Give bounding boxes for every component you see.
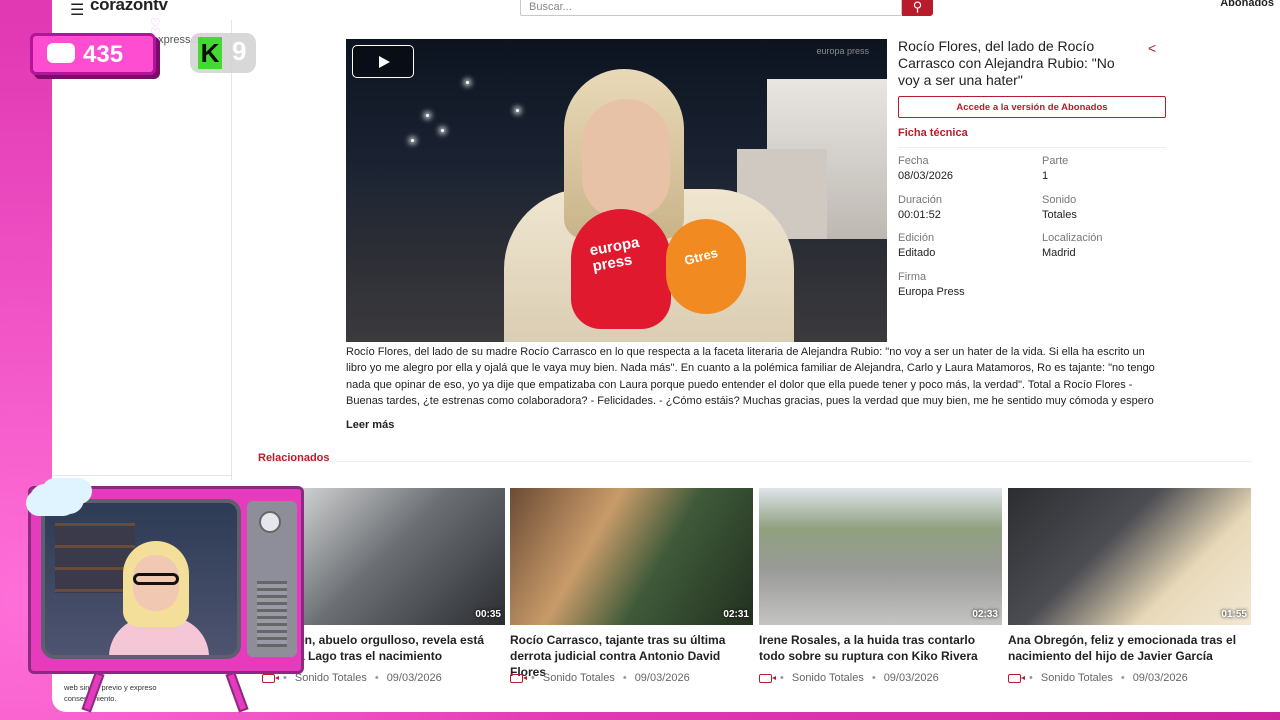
video-camera-icon xyxy=(759,673,776,683)
duration-badge: 00:35 xyxy=(475,609,501,620)
related-card[interactable]: 02:31 Rocío Carrasco, tajante tras su úl… xyxy=(510,488,753,684)
related-divider xyxy=(258,461,1252,462)
sidebar-divider xyxy=(52,475,232,476)
related-thumbnail[interactable]: 02:31 xyxy=(510,488,753,625)
europa-press-microphone: europa press xyxy=(571,209,671,329)
related-title[interactable]: Rocío Carrasco, tajante tras su última d… xyxy=(510,632,753,679)
video-camera-icon xyxy=(1008,673,1025,683)
tv-speaker-grill xyxy=(257,581,287,647)
read-more-link[interactable]: Leer más xyxy=(346,419,394,431)
video-info: Rocío Flores, del lado de Rocío Carrasco… xyxy=(898,38,1166,309)
chat-counter-widget: 435 xyxy=(30,33,156,75)
play-button[interactable] xyxy=(352,45,414,78)
duration-badge: 01:55 xyxy=(1221,609,1247,620)
street-light xyxy=(466,81,469,84)
kick-count: 9 xyxy=(232,36,247,66)
site-logo[interactable]: corazontv xyxy=(90,0,168,15)
chat-bubble-icon xyxy=(47,43,75,63)
field-localizacion: Localización Madrid xyxy=(1042,232,1103,259)
webcam-tv-frame xyxy=(28,486,304,674)
cloud-icon xyxy=(30,484,84,514)
related-heading: Relacionados xyxy=(258,452,330,464)
ficha-tecnica-grid: Fecha 08/03/2026 Parte 1 Duración 00:01:52 … xyxy=(898,155,1166,309)
date-label: 09/03/2026 xyxy=(1132,672,1188,684)
duration-badge: 02:31 xyxy=(723,609,749,620)
kick-counter-widget: K 9 xyxy=(190,33,256,73)
gtres-microphone: Gtres xyxy=(666,219,746,314)
subscribers-link[interactable]: Abonados xyxy=(1220,0,1274,9)
field-parte: Parte 1 xyxy=(1042,155,1069,182)
hamburger-menu-icon[interactable]: ☰ xyxy=(70,0,84,20)
tv-control-panel xyxy=(247,501,297,657)
field-edicion: Edición Editado xyxy=(898,232,936,259)
video-watermark: europa press xyxy=(816,46,869,56)
related-thumbnail[interactable]: 01:55 xyxy=(1008,488,1251,625)
field-fecha: Fecha 08/03/2026 xyxy=(898,155,954,182)
ficha-tecnica-heading: Ficha técnica xyxy=(898,127,1166,148)
related-title[interactable]: Ana Obregón, feliz y emocionada tras el … xyxy=(1008,632,1251,664)
video-description: Rocío Flores, del lado de su madre Rocío… xyxy=(346,346,1155,408)
kick-logo: K xyxy=(198,37,222,69)
chat-count: 435 xyxy=(83,41,124,68)
search-input[interactable]: Buscar... xyxy=(520,0,902,16)
field-sonido: Sonido Totales xyxy=(1042,193,1077,221)
field-duracion: Duración 00:01:52 xyxy=(898,193,943,221)
related-card[interactable]: 01:55 Ana Obregón, feliz y emocionada tr… xyxy=(1008,488,1251,684)
sound-label: Sonido Totales xyxy=(791,672,864,684)
street-light xyxy=(426,114,429,117)
sound-label: Sonido Totales xyxy=(542,672,615,684)
hearts-icon: ♡ ♡ xyxy=(150,16,161,40)
related-title[interactable]: Irene Rosales, a la huida tras contarlo … xyxy=(759,632,1002,664)
field-firma: Firma Europa Press xyxy=(898,270,965,298)
share-icon[interactable]: < xyxy=(1148,40,1156,56)
video-camera-icon xyxy=(510,673,527,683)
sound-label: Sonido Totales xyxy=(1040,672,1113,684)
street-light xyxy=(411,139,414,142)
search-button[interactable]: ⚲ xyxy=(902,0,933,16)
header: ☰ corazontv Buscar... ⚲ Abonados xyxy=(52,0,1280,20)
subscribers-version-button[interactable]: Accede a la versión de Abonados xyxy=(898,96,1166,118)
webcam-feed xyxy=(41,499,241,659)
search-icon: ⚲ xyxy=(912,0,923,14)
related-thumbnail[interactable]: 02:33 xyxy=(759,488,1002,625)
sound-label: Sonido Totales xyxy=(294,672,367,684)
streamer xyxy=(109,541,209,655)
street-light xyxy=(441,129,444,132)
street-light xyxy=(516,109,519,112)
video-player[interactable]: europa press Gtres europa press xyxy=(346,39,887,342)
date-label: 09/03/2026 xyxy=(634,672,690,684)
date-label: 09/03/2026 xyxy=(883,672,939,684)
tv-knob-icon xyxy=(259,511,281,533)
duration-badge: 02:33 xyxy=(972,609,998,620)
date-label: 09/03/2026 xyxy=(386,672,442,684)
left-sidebar xyxy=(52,20,232,480)
video-camera-icon xyxy=(262,673,279,683)
video-title: Rocío Flores, del lado de Rocío Carrasco… xyxy=(898,38,1115,88)
related-card[interactable]: 02:33 Irene Rosales, a la huida tras con… xyxy=(759,488,1002,684)
